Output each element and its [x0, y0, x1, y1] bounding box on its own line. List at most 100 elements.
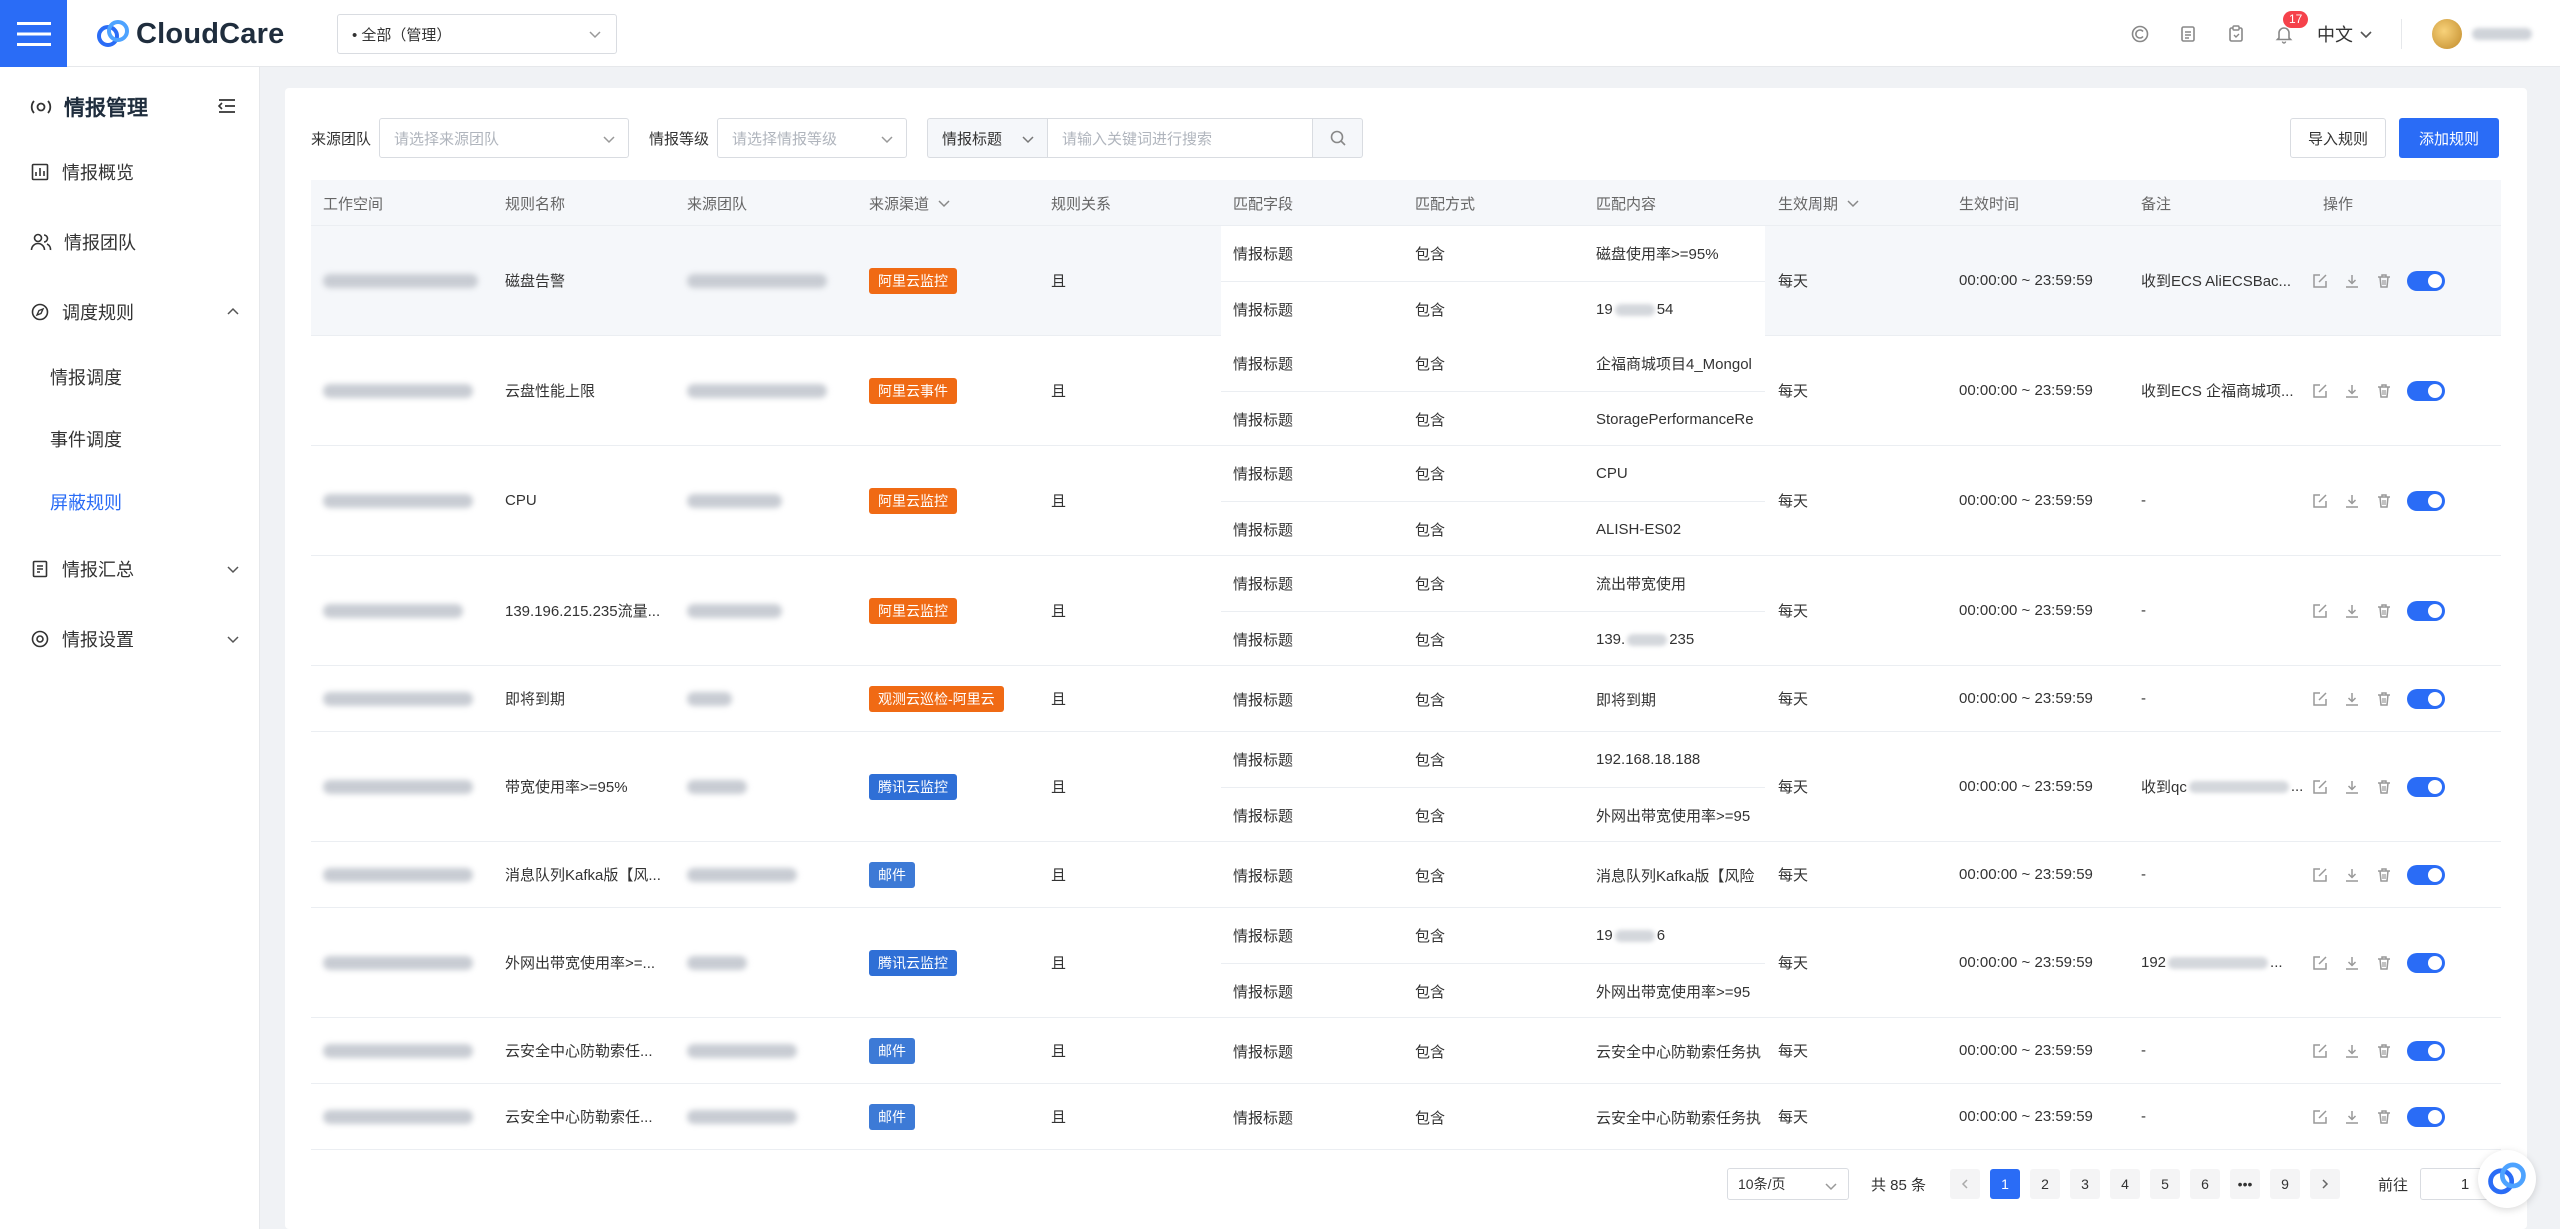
sidebar-subitem-mute-rules[interactable]: 屏蔽规则: [50, 482, 122, 522]
edit-button[interactable]: [2311, 690, 2329, 708]
cell-match-field: 情报标题: [1233, 808, 1294, 825]
workspace-select[interactable]: • 全部（管理）: [337, 14, 617, 54]
enable-toggle[interactable]: [2407, 688, 2445, 709]
page-button-5[interactable]: 5: [2150, 1169, 2181, 1199]
sidebar-item-team[interactable]: 情报团队: [30, 222, 240, 262]
cell-match-method: 包含: [1415, 412, 1446, 429]
delete-button[interactable]: [2375, 602, 2393, 620]
edit-icon: [2313, 603, 2327, 618]
redacted-text: [323, 1043, 473, 1058]
sidebar-subitem-event-dispatch[interactable]: 事件调度: [50, 419, 122, 459]
edit-button[interactable]: [2311, 778, 2329, 796]
next-page-button[interactable]: [2310, 1169, 2341, 1199]
sidebar-item-overview[interactable]: 情报概览: [30, 152, 240, 192]
page-button-1[interactable]: 1: [1990, 1169, 2021, 1199]
delete-button[interactable]: [2375, 382, 2393, 400]
enable-toggle[interactable]: [2407, 490, 2445, 511]
sidebar-subitem-intel-dispatch[interactable]: 情报调度: [50, 357, 122, 397]
search-button[interactable]: [1313, 118, 1364, 158]
column-header-workspace: 工作空间: [323, 195, 384, 213]
enable-toggle[interactable]: [2407, 1106, 2445, 1127]
export-button[interactable]: [2343, 954, 2361, 972]
delete-button[interactable]: [2375, 866, 2393, 884]
export-button[interactable]: [2343, 272, 2361, 290]
column-header-source-channel[interactable]: 来源渠道: [857, 180, 951, 226]
cell-actions: [2311, 1018, 2445, 1083]
redacted-text: [687, 1109, 797, 1124]
cell-source-team: [675, 1018, 857, 1083]
delete-button[interactable]: [2375, 492, 2393, 510]
cell-relation: 且: [1051, 1043, 1067, 1060]
enable-toggle[interactable]: [2407, 270, 2445, 291]
page-button-6[interactable]: 6: [2190, 1169, 2221, 1199]
delete-button[interactable]: [2375, 690, 2393, 708]
export-button[interactable]: [2343, 1108, 2361, 1126]
add-rule-button[interactable]: 添加规则: [2399, 118, 2499, 158]
export-button[interactable]: [2343, 778, 2361, 796]
prev-page-button[interactable]: [1950, 1169, 1981, 1199]
sidebar-item-dispatch-rules[interactable]: 调度规则: [30, 292, 240, 332]
export-button[interactable]: [2343, 690, 2361, 708]
match-content-tail: 54: [1656, 301, 1674, 318]
channel-tag: 观测云巡检-阿里云: [869, 685, 1004, 712]
page-button-3[interactable]: 3: [2070, 1169, 2101, 1199]
column-header-label: 生效周期: [1778, 195, 1839, 213]
import-rules-button[interactable]: 导入规则: [2290, 118, 2386, 158]
enable-toggle[interactable]: [2407, 380, 2445, 401]
sidebar-collapse-button[interactable]: [216, 95, 238, 117]
top-bar: CloudCare • 全部（管理） 17 中文: [0, 0, 2560, 67]
delete-button[interactable]: [2375, 1108, 2393, 1126]
sidebar-item-summary[interactable]: 情报汇总: [30, 549, 240, 589]
level-filter-select[interactable]: 请选择情报等级: [717, 118, 908, 158]
export-button[interactable]: [2343, 492, 2361, 510]
floating-assistant-button[interactable]: [2478, 1150, 2536, 1208]
export-button[interactable]: [2343, 866, 2361, 884]
enable-toggle[interactable]: [2407, 952, 2445, 973]
table-row: 消息队列Kafka版【风... 邮件 且 情报标题 包含 消息队列Kafka版【风险 每天 0…: [311, 842, 2501, 908]
search-type-select[interactable]: 情报标题: [927, 118, 1048, 158]
edit-button[interactable]: [2311, 1108, 2329, 1126]
total-count: 共 85 条: [1871, 1176, 1927, 1194]
delete-button[interactable]: [2375, 954, 2393, 972]
column-header-period[interactable]: 生效周期: [1766, 180, 1860, 226]
docs-button[interactable]: [2173, 19, 2203, 49]
enable-toggle[interactable]: [2407, 1040, 2445, 1061]
search-input[interactable]: 请输入关键词进行搜索: [1047, 118, 1314, 158]
app-logo[interactable]: CloudCare: [96, 14, 284, 54]
hamburger-menu-button[interactable]: [0, 0, 67, 67]
notification-button[interactable]: 17: [2269, 10, 2309, 49]
page-button-2[interactable]: 2: [2030, 1169, 2061, 1199]
edit-button[interactable]: [2311, 492, 2329, 510]
cell-match-method: 包含: [1415, 1043, 1446, 1061]
edit-button[interactable]: [2311, 866, 2329, 884]
export-button[interactable]: [2343, 382, 2361, 400]
edit-button[interactable]: [2311, 954, 2329, 972]
delete-button[interactable]: [2375, 778, 2393, 796]
user-menu[interactable]: [2432, 18, 2532, 49]
copyright-icon: [2131, 25, 2149, 42]
enable-toggle[interactable]: [2407, 864, 2445, 885]
page-ellipsis-button[interactable]: •••: [2230, 1169, 2261, 1199]
enable-toggle[interactable]: [2407, 776, 2445, 797]
enable-toggle[interactable]: [2407, 600, 2445, 621]
clipboard-button[interactable]: [2221, 19, 2251, 49]
edit-button[interactable]: [2311, 272, 2329, 290]
page-button-9[interactable]: 9: [2270, 1169, 2301, 1199]
cell-effective-time: 00:00:00 ~ 23:59:59: [1959, 382, 2093, 399]
export-button[interactable]: [2343, 1042, 2361, 1060]
language-switch[interactable]: 中文: [2317, 21, 2373, 47]
edit-button[interactable]: [2311, 1042, 2329, 1060]
edit-button[interactable]: [2311, 602, 2329, 620]
sidebar-item-settings[interactable]: 情报设置: [30, 619, 240, 659]
delete-button[interactable]: [2375, 1042, 2393, 1060]
channel-tag: 邮件: [869, 1103, 915, 1130]
team-filter-select[interactable]: 请选择来源团队: [379, 118, 630, 158]
edit-button[interactable]: [2311, 382, 2329, 400]
theme-button[interactable]: [2125, 19, 2155, 49]
cell-period: 每天: [1778, 1043, 1809, 1060]
page-size-select[interactable]: 10条/页: [1727, 1168, 1849, 1200]
cell-rule-name: 云盘性能上限: [505, 383, 596, 400]
delete-button[interactable]: [2375, 272, 2393, 290]
page-button-4[interactable]: 4: [2110, 1169, 2141, 1199]
export-button[interactable]: [2343, 602, 2361, 620]
